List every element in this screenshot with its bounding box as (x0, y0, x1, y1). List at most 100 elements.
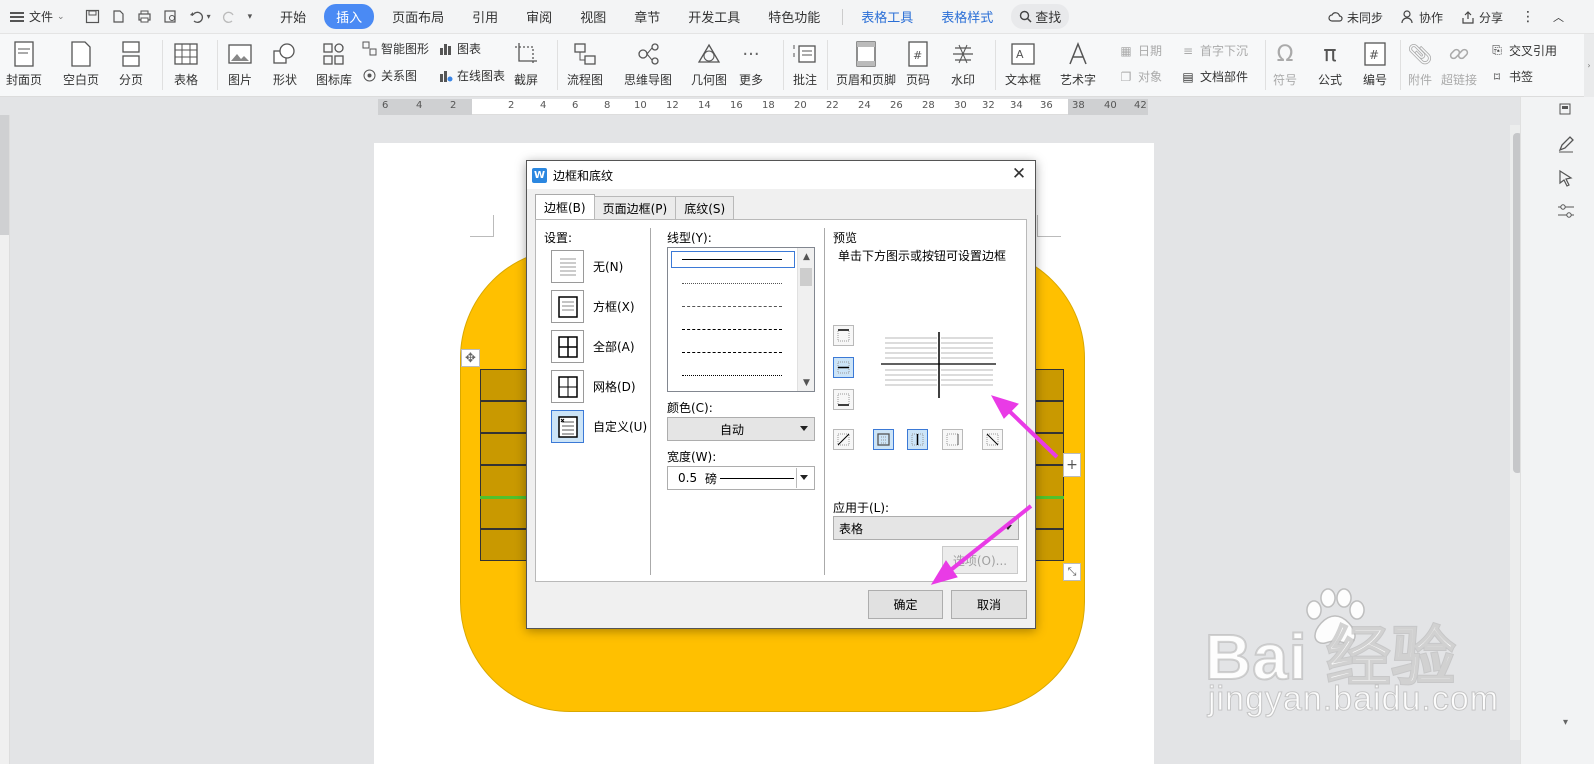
line-style-dashed[interactable] (682, 329, 782, 330)
line-style-list[interactable]: ▲ ▼ (667, 247, 815, 392)
tab-section[interactable]: 章节 (624, 4, 670, 29)
add-column-handle[interactable]: + (1063, 453, 1081, 477)
hyperlink-button[interactable]: 超链接 (1441, 34, 1477, 88)
blank-page-button[interactable]: 空白页 (63, 34, 99, 88)
line-style-dashed-small[interactable] (682, 306, 782, 307)
textbox-button[interactable]: A 文本框 (1005, 34, 1041, 88)
cross-reference-button[interactable]: ⎘ 交叉引用 (1489, 42, 1557, 59)
collapse-ribbon-icon[interactable]: ︿ (1553, 9, 1564, 25)
smartart-button[interactable]: 智能图形 (361, 40, 429, 57)
tab-insert[interactable]: 插入 (324, 4, 375, 29)
line-style-scroll-thumb[interactable] (800, 268, 812, 286)
bookmark-button[interactable]: ⌑ 书签 (1489, 68, 1533, 85)
page-break-button[interactable]: 分页 (118, 34, 144, 88)
table-button[interactable]: 表格 (173, 34, 199, 88)
flowchart-button[interactable]: 流程图 (567, 34, 603, 88)
setting-none[interactable]: 无(N) (551, 250, 623, 283)
line-style-scrollbar[interactable]: ▲ ▼ (797, 248, 814, 391)
symbol-button[interactable]: Ω 符号 (1272, 34, 1298, 88)
cursor-select-icon[interactable] (1558, 169, 1574, 187)
more-options-icon[interactable]: ⋮ (1521, 9, 1535, 25)
share-button[interactable]: 分享 (1461, 9, 1503, 26)
tab-review[interactable]: 审阅 (516, 4, 562, 29)
setting-grid[interactable]: 网格(D) (551, 370, 636, 403)
header-footer-button[interactable]: 页眉和页脚 (836, 34, 896, 88)
redo-icon[interactable] (222, 9, 237, 24)
tab-table-style[interactable]: 表格样式 (931, 4, 1003, 29)
doc-parts-button[interactable]: ▤ 文档部件 (1180, 68, 1248, 85)
tab-special[interactable]: 特色功能 (758, 4, 830, 29)
width-select[interactable]: 0.5 磅 (667, 466, 815, 490)
scroll-down-icon[interactable]: ▾ (1563, 717, 1568, 728)
border-bottom-button[interactable] (833, 389, 854, 410)
line-style-dash-dot[interactable] (682, 352, 782, 353)
tab-page-layout[interactable]: 页面布局 (382, 4, 454, 29)
picture-button[interactable]: 图片 (227, 34, 253, 88)
shape-button[interactable]: 形状 (272, 34, 298, 88)
tab-page-border[interactable]: 页面边框(P) (593, 196, 677, 219)
line-style-solid[interactable] (682, 259, 782, 260)
ok-button[interactable]: 确定 (868, 590, 943, 619)
tab-references[interactable]: 引用 (462, 4, 508, 29)
customize-toolbar-icon[interactable]: ▾ (248, 12, 253, 22)
wordart-button[interactable]: 艺术字 (1060, 34, 1096, 88)
color-select[interactable]: 自动 (667, 417, 815, 441)
setting-all[interactable]: 全部(A) (551, 330, 635, 363)
numbering-button[interactable]: # 编号 (1362, 34, 1388, 88)
formula-button[interactable]: π 公式 (1317, 34, 1343, 88)
file-menu[interactable]: 文件 ⌄ (0, 8, 75, 25)
relation-chart-button[interactable]: 关系图 (361, 67, 417, 84)
pen-icon[interactable] (1557, 135, 1575, 153)
border-right-button[interactable] (942, 429, 963, 450)
border-diagonal-up-button[interactable] (833, 429, 854, 450)
search-button[interactable]: 查找 (1011, 4, 1070, 29)
setting-box[interactable]: 方框(X) (551, 290, 635, 323)
print-preview-icon[interactable] (163, 9, 178, 24)
ribbon-scroll-right[interactable]: › (1584, 34, 1594, 97)
attachment-button[interactable]: 📎︎ 附件 (1407, 34, 1433, 88)
comment-button[interactable]: 批注 (792, 34, 818, 88)
horizontal-ruler[interactable]: 6 4 2 2 4 6 8 10 12 14 16 18 20 22 24 26… (378, 99, 1148, 115)
border-inner-vertical-button[interactable] (907, 429, 928, 450)
table-move-handle[interactable]: ✥ (461, 349, 480, 367)
line-style-dotted[interactable] (682, 283, 782, 284)
border-preview-diagram[interactable] (881, 332, 996, 402)
sync-status[interactable]: 未同步 (1328, 9, 1383, 26)
icon-library-button[interactable]: 图标库 (316, 34, 352, 88)
undo-icon[interactable] (189, 9, 204, 24)
border-top-button[interactable] (833, 325, 854, 346)
tab-shading[interactable]: 底纹(S) (675, 196, 735, 219)
chart-button[interactable]: 图表 (437, 40, 481, 57)
mindmap-button[interactable]: 思维导图 (624, 34, 672, 88)
print-icon[interactable] (137, 9, 152, 24)
setting-custom[interactable]: 自定义(U) (551, 410, 647, 443)
collab-button[interactable]: 协作 (1401, 9, 1443, 26)
table-resize-handle[interactable]: ⤡ (1063, 563, 1081, 581)
page-number-button[interactable]: # 页码 (905, 34, 931, 88)
watermark-button[interactable]: 水印 (950, 34, 976, 88)
online-chart-button[interactable]: 在线图表 (437, 67, 505, 84)
dialog-titlebar[interactable]: W 边框和底纹 ✕ (527, 161, 1035, 189)
tab-developer[interactable]: 开发工具 (678, 4, 750, 29)
more-button[interactable]: ··· 更多 (738, 34, 764, 88)
cover-page-button[interactable]: 封面页 (6, 34, 42, 88)
save-icon[interactable] (85, 9, 100, 24)
border-left-button[interactable] (873, 429, 894, 450)
apply-to-select[interactable]: 表格 (833, 516, 1019, 540)
date-button[interactable]: ▦ 日期 (1118, 42, 1162, 59)
scroll-up-icon[interactable]: ▲ (798, 248, 815, 265)
vertical-ruler[interactable] (0, 115, 10, 764)
line-style-dash-dot-dot[interactable] (682, 375, 782, 376)
scroll-down-icon[interactable]: ▼ (798, 374, 815, 391)
screenshot-button[interactable]: 截屏 (513, 34, 539, 88)
sidebar-collapse-icon[interactable] (1559, 103, 1571, 115)
export-pdf-icon[interactable] (111, 9, 126, 24)
dropcap-button[interactable]: ≡ 首字下沉 (1180, 42, 1248, 59)
cancel-button[interactable]: 取消 (951, 590, 1027, 619)
tab-view[interactable]: 视图 (570, 4, 616, 29)
options-button[interactable]: 选项(O)... (942, 546, 1018, 574)
tab-home[interactable]: 开始 (270, 4, 316, 29)
border-diagonal-down-button[interactable] (982, 429, 1003, 450)
undo-dropdown-icon[interactable]: ▾ (207, 12, 211, 21)
geometry-button[interactable]: 几何图 (691, 34, 727, 88)
